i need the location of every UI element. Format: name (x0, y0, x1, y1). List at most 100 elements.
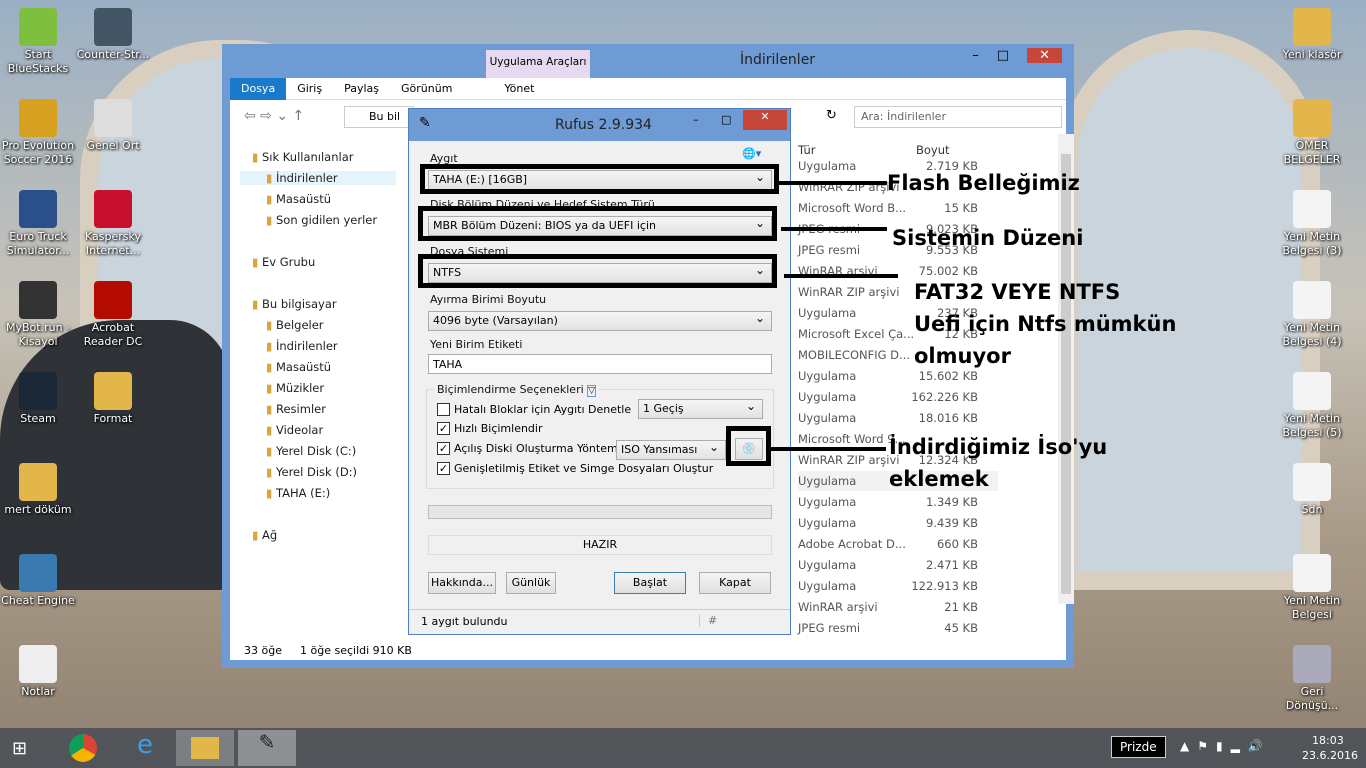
extended-label-checkbox[interactable]: ✓ Genişletilmiş Etiket ve Simge Dosyaları… (437, 462, 713, 475)
nav-item[interactable]: ▮ Sık Kullanılanlar (252, 150, 354, 164)
tray-icons[interactable]: ▲⚑▮▂🔊 (1180, 739, 1271, 753)
search-input[interactable]: Ara: İndirilenler (854, 106, 1062, 128)
bootable-checkbox[interactable]: ✓ Açılış Diski Oluşturma Yöntemi (437, 442, 621, 455)
clock-date[interactable]: 23.6.2016 (1302, 749, 1358, 762)
file-row[interactable]: Uygulama 18.016 KB (798, 408, 998, 428)
desktop-icon[interactable]: Pro Evolution Soccer 2016 (0, 99, 76, 167)
folder-icon: ▮ (266, 318, 273, 332)
cluster-select[interactable]: 4096 byte (Varsayılan) (428, 309, 772, 331)
desktop-icon[interactable]: Counter-Str... (75, 8, 151, 62)
toggle-advanced-icon[interactable]: ▽ (587, 385, 597, 397)
nav-item[interactable]: ▮ Masaüstü (266, 192, 331, 206)
desktop-icon[interactable]: Steam (0, 372, 76, 426)
desktop-icon[interactable]: Yeni Metin Belgesi (5) (1274, 372, 1350, 440)
start-button[interactable]: ⊞ (12, 738, 27, 759)
nav-item[interactable]: ▮ İndirilenler (240, 171, 396, 185)
nav-item[interactable]: ▮ Masaüstü (266, 360, 331, 374)
file-row[interactable]: Uygulama 122.913 KB (798, 576, 998, 596)
nav-item[interactable]: ▮ Belgeler (266, 318, 324, 332)
annotation-fs-1: FAT32 VEYE NTFS (914, 280, 1121, 304)
quick-format-checkbox[interactable]: ✓ Hızlı Biçimlendir (437, 422, 543, 435)
nav-item[interactable]: ▮ Son gidilen yerler (266, 213, 377, 227)
desktop-icon[interactable]: Sdn (1274, 463, 1350, 517)
file-row[interactable]: Microsoft Word B... 15 KB (798, 198, 998, 218)
desktop-icon-label: Format (93, 412, 133, 425)
window-controls[interactable]: –□ ✕ (972, 48, 1062, 63)
hash-button[interactable]: # (699, 614, 725, 627)
app-icon (94, 190, 132, 228)
log-button[interactable]: Günlük (506, 572, 556, 594)
boot-type-select[interactable]: ISO Yansıması (616, 438, 726, 460)
file-row[interactable]: Uygulama 162.226 KB (798, 387, 998, 407)
desktop-icon[interactable]: Yeni Metin Belgesi (3) (1274, 190, 1350, 258)
nav-item[interactable]: ▮ Videolar (266, 423, 323, 437)
app-icon (1293, 645, 1331, 683)
desktop-icon[interactable]: Yeni Metin Belgesi (1274, 554, 1350, 622)
file-row[interactable]: WinRAR arşivi 21 KB (798, 597, 998, 617)
desktop-icon[interactable]: MyBot.run - Kisayol (0, 281, 76, 349)
desktop-icon[interactable]: Kaspersky Internet... (75, 190, 151, 258)
desktop-icon[interactable]: Yeni klasör (1274, 8, 1350, 62)
desktop-icon[interactable]: mert döküm (0, 463, 76, 517)
desktop-icon[interactable]: Notlar (0, 645, 76, 699)
nav-item[interactable]: ▮ Ev Grubu (252, 255, 315, 269)
nav-item[interactable]: ▮ Ağ (252, 528, 277, 542)
desktop-icon[interactable]: Genel Ort (75, 99, 151, 153)
folder-icon: ▮ (266, 192, 273, 206)
desktop-icon-label: Kaspersky Internet... (85, 230, 141, 257)
explorer-titlebar: Uygulama Araçları İndirilenler –□ ✕ (230, 44, 1066, 78)
start-button[interactable]: Başlat (614, 572, 686, 594)
refresh-icon[interactable]: ↻ (826, 108, 837, 123)
file-row[interactable]: JPEG resmi 45 KB (798, 618, 998, 638)
tab-giris[interactable]: Giriş (286, 82, 333, 95)
desktop-icon[interactable]: Acrobat Reader DC (75, 281, 151, 349)
address-bar[interactable]: Bu bil (344, 106, 414, 128)
desktop-icon[interactable]: Start BlueStacks (0, 8, 76, 76)
scrollbar[interactable] (1058, 134, 1074, 604)
rufus-taskbar-icon[interactable]: ✎ (238, 730, 296, 766)
close-app-button[interactable]: Kapat (699, 572, 771, 594)
tab-dosya[interactable]: Dosya (230, 77, 287, 100)
desktop-icon[interactable]: ÖMER BELGELER (1274, 99, 1350, 167)
nav-item[interactable]: ▮ İndirilenler (266, 339, 338, 353)
file-row[interactable]: Uygulama 9.439 KB (798, 513, 998, 533)
chrome-taskbar-icon[interactable] (54, 730, 112, 766)
bad-blocks-checkbox[interactable]: Hatalı Bloklar için Aygıtı Denetle (437, 403, 631, 416)
tab-gorunum[interactable]: Görünüm (390, 82, 463, 95)
nav-item[interactable]: ▮ Yerel Disk (D:) (266, 465, 357, 479)
minimize-button[interactable]: – (693, 113, 699, 126)
volume-input[interactable]: TAHA (428, 354, 772, 374)
explorer-taskbar-icon[interactable] (176, 730, 234, 766)
desktop-icon-label: Pro Evolution Soccer 2016 (1, 139, 75, 166)
about-button[interactable]: Hakkında... (428, 572, 496, 594)
folder-icon: ▮ (252, 528, 259, 542)
clock-time[interactable]: 18:03 (1312, 734, 1344, 747)
file-row[interactable]: Uygulama 1.349 KB (798, 492, 998, 512)
ie-taskbar-icon[interactable]: e (116, 730, 174, 766)
desktop-icon[interactable]: Yeni Metin Belgesi (4) (1274, 281, 1350, 349)
language-icon[interactable]: 🌐▾ (742, 147, 761, 160)
tab-paylas[interactable]: Paylaş (333, 82, 390, 95)
file-row[interactable]: Adobe Acrobat D... 660 KB (798, 534, 998, 554)
file-row[interactable]: Uygulama 2.471 KB (798, 555, 998, 575)
desktop-icon[interactable]: Cheat Engine (0, 554, 76, 608)
desktop-icon[interactable]: Euro Truck Simulator... (0, 190, 76, 258)
nav-item[interactable]: ▮ Resimler (266, 402, 326, 416)
tab-yonet[interactable]: Yönet (493, 82, 545, 95)
desktop-icon-label: Yeni Metin Belgesi (4) (1282, 321, 1342, 348)
close-button[interactable]: ✕ (743, 110, 787, 130)
battery-tooltip: Prizde (1111, 736, 1166, 758)
nav-item[interactable]: ▮ TAHA (E:) (266, 486, 330, 500)
passes-select[interactable]: 1 Geçiş (638, 397, 763, 419)
maximize-button[interactable]: □ (721, 113, 731, 126)
desktop-icon-label: MyBot.run - Kisayol (5, 321, 71, 348)
back-icon[interactable]: ⇦ ⇨ ⌄ ↑ (244, 108, 304, 124)
context-tab[interactable]: Uygulama Araçları (486, 50, 590, 78)
nav-item[interactable]: ▮ Bu bilgisayar (252, 297, 337, 311)
nav-item[interactable]: ▮ Müzikler (266, 381, 324, 395)
nav-item[interactable]: ▮ Yerel Disk (C:) (266, 444, 356, 458)
desktop-icon[interactable]: Format (75, 372, 151, 426)
folder-icon: ▮ (266, 339, 273, 353)
folder-icon: ▮ (266, 465, 273, 479)
desktop-icon[interactable]: Geri Dönüşü... (1274, 645, 1350, 713)
